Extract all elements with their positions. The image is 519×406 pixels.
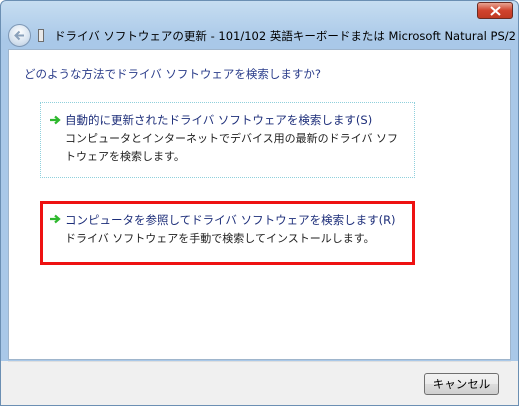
wizard-window: ドライバ ソフトウェアの更新 - 101/102 英語キーボードまたは Micr… — [0, 0, 519, 406]
option-browse-computer[interactable]: コンピュータを参照してドライバ ソフトウェアを検索します(R) ドライバ ソフト… — [40, 201, 415, 265]
close-icon — [490, 6, 501, 16]
page-prompt: どのような方法でドライバ ソフトウェアを検索しますか? — [24, 67, 322, 81]
window-header: ドライバ ソフトウェアの更新 - 101/102 英語キーボードまたは Micr… — [1, 23, 518, 49]
window-title: ドライバ ソフトウェアの更新 - 101/102 英語キーボードまたは Micr… — [54, 29, 518, 43]
green-arrow-icon — [50, 214, 61, 224]
content-panel: どのような方法でドライバ ソフトウェアを検索しますか? 自動的に更新されたドライ… — [8, 49, 511, 360]
divider — [8, 361, 511, 362]
option-description: コンピュータとインターネットでデバイス用の最新のドライバ ソフトウェアを検索しま… — [65, 132, 398, 163]
green-arrow-icon — [50, 115, 61, 125]
option-title: 自動的に更新されたドライバ ソフトウェアを検索します(S) — [65, 113, 373, 127]
back-button[interactable] — [8, 24, 31, 47]
close-button[interactable] — [477, 2, 513, 19]
option-search-automatically[interactable]: 自動的に更新されたドライバ ソフトウェアを検索します(S) コンピュータとインタ… — [40, 102, 415, 178]
option-description: ドライバ ソフトウェアを手動で検索してインストールします。 — [65, 232, 375, 245]
cancel-button[interactable]: キャンセル — [424, 373, 499, 395]
back-arrow-icon — [14, 30, 24, 41]
device-icon — [38, 29, 44, 42]
option-title: コンピュータを参照してドライバ ソフトウェアを検索します(R) — [65, 213, 396, 227]
footer-bar: キャンセル — [1, 361, 518, 405]
